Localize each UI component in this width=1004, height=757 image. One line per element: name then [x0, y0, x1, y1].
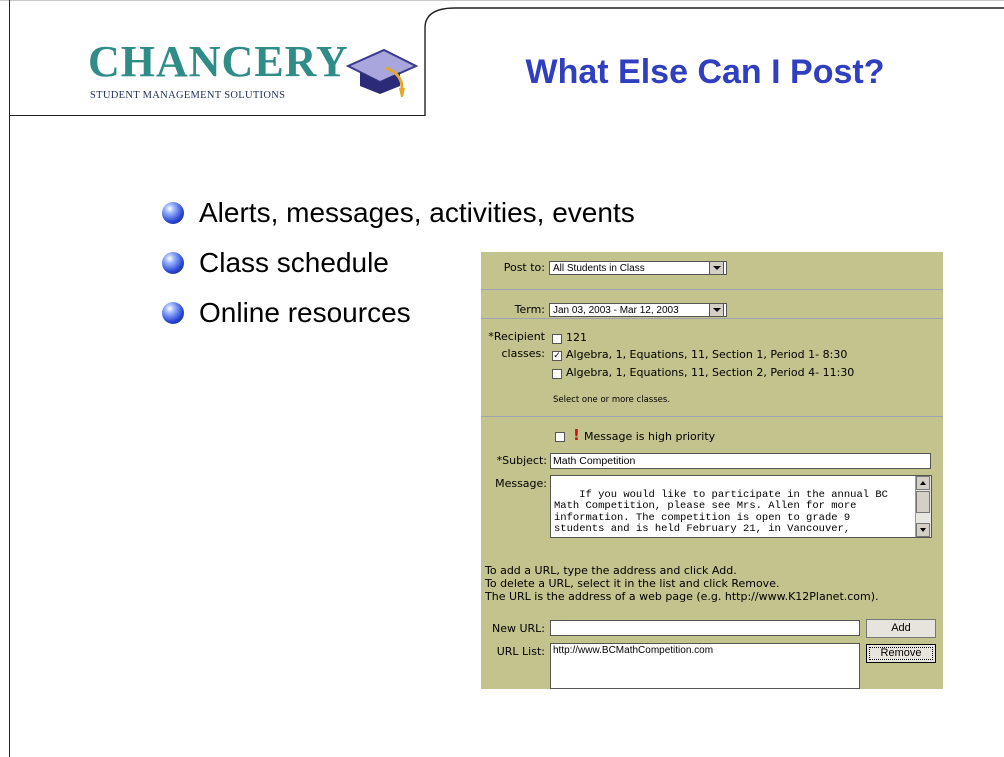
slide-left-border [9, 0, 10, 757]
new-url-label: New URL: [491, 622, 545, 635]
divider [481, 318, 943, 319]
url-list-item[interactable]: http://www.BCMathCompetition.com [553, 644, 859, 658]
logo-underline [9, 115, 425, 116]
recipient-label: *Recipient [488, 330, 545, 343]
url-list-box[interactable]: http://www.BCMathCompetition.com [550, 643, 860, 689]
post-to-value: All Students in Class [553, 263, 645, 274]
url-help-line: The URL is the address of a web page (e.… [485, 590, 879, 603]
logo-wordmark: CHANCERY [88, 37, 349, 86]
recipient-checkbox-section-1[interactable]: ✓ [552, 351, 562, 361]
chevron-down-icon[interactable] [709, 262, 724, 274]
bullet-text: Class schedule [199, 247, 389, 278]
high-priority-checkbox[interactable] [555, 432, 565, 442]
bullet-sphere-icon [162, 252, 184, 274]
url-list-label: URL List: [496, 645, 545, 658]
url-help-line: To delete a URL, select it in the list a… [485, 577, 780, 590]
term-value: Jan 03, 2003 - Mar 12, 2003 [553, 305, 679, 316]
scroll-down-icon[interactable] [916, 523, 930, 537]
scrollbar-thumb[interactable] [916, 491, 930, 513]
message-label: Message: [495, 477, 547, 490]
add-url-button[interactable]: Add [866, 619, 936, 638]
term-select[interactable]: Jan 03, 2003 - Mar 12, 2003 [549, 303, 727, 317]
recipient-checkbox-section-2[interactable] [552, 369, 562, 379]
new-url-input[interactable] [550, 620, 860, 636]
bullet-text: Alerts, messages, activities, events [199, 197, 635, 228]
bullet-text: Online resources [199, 297, 411, 328]
subject-input[interactable]: Math Competition [550, 453, 931, 469]
divider [481, 289, 943, 290]
chancery-logo: CHANCERY STUDENT MANAGEMENT SOLUTIONS [88, 40, 428, 110]
high-priority-label: Message is high priority [584, 430, 716, 443]
message-textarea[interactable]: If you would like to participate in the … [550, 475, 932, 538]
bullet-item: Alerts, messages, activities, events [162, 188, 635, 238]
recipient-option-label: Algebra, 1, Equations, 11, Section 2, Pe… [566, 366, 855, 379]
message-scrollbar[interactable] [915, 476, 931, 537]
recipient-option-label: 121 [566, 331, 587, 344]
chevron-down-icon[interactable] [709, 304, 724, 316]
recipient-label-line2: classes: [501, 347, 545, 360]
recipient-checkbox-121[interactable] [552, 334, 562, 344]
message-text: If you would like to participate in the … [554, 488, 888, 535]
term-label: Term: [514, 303, 545, 316]
exclamation-icon: ! [573, 426, 580, 444]
divider [481, 416, 943, 417]
recipient-note: Select one or more classes. [553, 395, 671, 405]
logo-tagline: STUDENT MANAGEMENT SOLUTIONS [90, 90, 286, 101]
post-form-screenshot: Post to: All Students in Class Term: Jan… [481, 252, 943, 689]
slide-title: What Else Can I Post? [525, 53, 885, 91]
bullet-sphere-icon [162, 202, 184, 224]
scroll-up-icon[interactable] [916, 476, 930, 490]
post-to-label: Post to: [503, 261, 545, 274]
graduation-cap-icon [346, 48, 418, 97]
subject-label: *Subject: [496, 454, 547, 467]
remove-url-button[interactable]: Remove [866, 644, 936, 663]
post-to-select[interactable]: All Students in Class [549, 261, 727, 275]
recipient-option-label: Algebra, 1, Equations, 11, Section 1, Pe… [566, 348, 848, 361]
url-help-line: To add a URL, type the address and click… [485, 564, 737, 577]
bullet-sphere-icon [162, 302, 184, 324]
